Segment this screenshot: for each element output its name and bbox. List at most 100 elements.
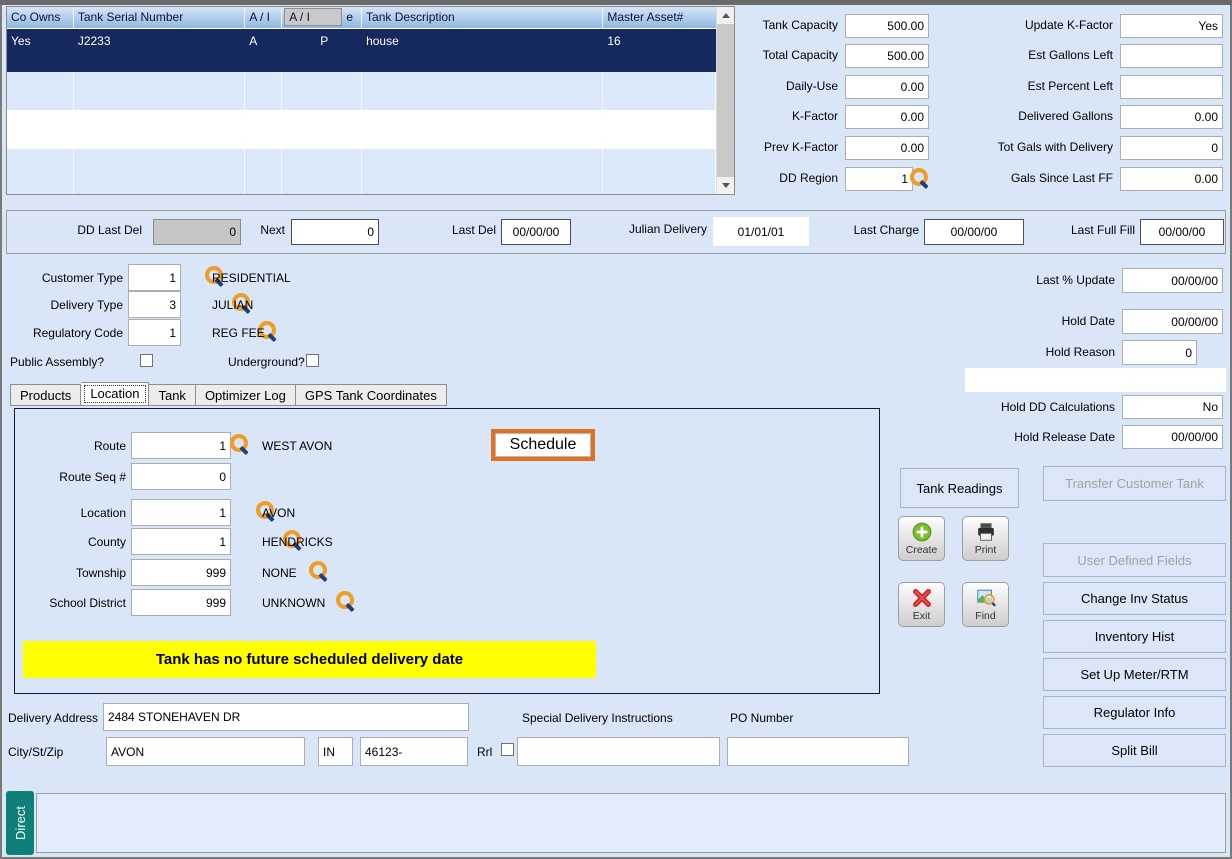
county-label: County — [87, 535, 126, 549]
route-seq-field[interactable]: 0 — [131, 463, 231, 490]
dd-region-field[interactable]: 1 — [845, 167, 913, 191]
tab-location[interactable]: Location — [81, 382, 150, 406]
schedule-button[interactable]: Schedule — [491, 429, 595, 461]
grid-vertical-scrollbar[interactable] — [716, 7, 734, 194]
township-field[interactable]: 999 — [131, 559, 231, 586]
tank-grid-header: Co Owns Tank Serial Number A / I A / I e… — [7, 7, 716, 29]
exit-button[interactable]: Exit — [898, 582, 945, 627]
delivery-type-field[interactable]: 3 — [128, 291, 181, 318]
route-seq-label: Route Seq # — [59, 470, 126, 484]
tab-products[interactable]: Products — [10, 384, 82, 406]
gals-since-last-ff-label: Gals Since Last FF — [1010, 171, 1113, 185]
hold-reason-field[interactable]: 0 — [1122, 340, 1197, 365]
cell-co-owns: Yes — [11, 34, 31, 48]
location-label: Location — [80, 506, 126, 520]
tab-optimizer-log[interactable]: Optimizer Log — [195, 384, 296, 406]
transfer-customer-tank-button[interactable]: Transfer Customer Tank — [1043, 466, 1226, 501]
city-field[interactable]: AVON — [106, 737, 305, 766]
tot-gals-with-delivery-label: Tot Gals with Delivery — [997, 140, 1113, 154]
hold-release-date-label: Hold Release Date — [1014, 430, 1115, 444]
schedule-button-label: Schedule — [495, 433, 591, 457]
col-header-ai[interactable]: A / I — [245, 7, 283, 28]
last-pct-update-field[interactable]: 00/00/00 — [1122, 268, 1223, 293]
zip-field[interactable]: 46123- — [360, 737, 468, 766]
regulatory-code-label: Regulatory Code — [32, 326, 123, 340]
delivery-address-field[interactable]: 2484 STONEHAVEN DR — [103, 703, 469, 731]
state-field[interactable]: IN — [318, 737, 353, 766]
cell-ai-1: A — [249, 34, 258, 48]
hold-release-date-field[interactable]: 00/00/00 — [1122, 425, 1223, 449]
next-field[interactable]: 0 — [291, 219, 379, 245]
col-header-co-owns[interactable]: Co Owns — [7, 7, 74, 28]
last-pct-update-label: Last % Update — [1036, 273, 1115, 287]
last-charge-label: Last Charge — [853, 223, 919, 237]
table-row-empty[interactable] — [7, 72, 716, 110]
last-full-fill-field[interactable]: 00/00/00 — [1140, 219, 1224, 245]
underground-checkbox[interactable] — [306, 354, 319, 367]
tab-gps-tank-coordinates[interactable]: GPS Tank Coordinates — [295, 384, 447, 406]
customer-type-field[interactable]: 1 — [128, 264, 181, 291]
tank-information-window: Co Owns Tank Serial Number A / I A / I e… — [0, 0, 1232, 859]
route-lookup-icon[interactable] — [228, 433, 250, 457]
table-row-empty[interactable] — [7, 110, 716, 149]
hold-date-field[interactable]: 00/00/00 — [1122, 309, 1223, 334]
delivered-gallons-field[interactable]: 0.00 — [1120, 105, 1223, 129]
update-k-factor-field[interactable]: Yes — [1120, 14, 1223, 38]
tab-tank[interactable]: Tank — [149, 384, 196, 406]
po-number-field[interactable] — [727, 737, 909, 766]
inventory-hist-button[interactable]: Inventory Hist — [1043, 620, 1226, 653]
create-button[interactable]: Create — [898, 516, 945, 561]
special-delivery-instructions-field[interactable] — [517, 737, 720, 766]
col-header-serial[interactable]: Tank Serial Number — [74, 7, 246, 28]
route-field[interactable]: 1 — [131, 432, 231, 459]
create-plus-icon — [912, 522, 931, 542]
po-number-label: PO Number — [730, 711, 794, 725]
next-label: Next — [260, 223, 285, 237]
tank-readings-button[interactable]: Tank Readings — [900, 468, 1019, 508]
school-district-lookup-icon[interactable] — [334, 590, 356, 614]
user-defined-fields-button[interactable]: User Defined Fields — [1043, 543, 1226, 577]
col-header-edit-box[interactable]: A / I — [284, 8, 343, 26]
hold-reason-label: Hold Reason — [1045, 345, 1115, 359]
scrollbar-thumb[interactable] — [717, 24, 734, 177]
tot-gals-with-delivery-field[interactable]: 0 — [1120, 136, 1223, 160]
township-lookup-icon[interactable] — [307, 560, 329, 584]
rrl-checkbox[interactable] — [501, 743, 514, 756]
location-field[interactable]: 1 — [131, 499, 231, 526]
dd-summary-bar: DD Last Del 0 Next 0 Last Del 00/00/00 J… — [6, 210, 1226, 254]
customer-type-desc: RESIDENTIAL — [212, 271, 291, 285]
gals-since-last-ff-field[interactable]: 0.00 — [1120, 167, 1223, 191]
regulatory-code-field[interactable]: 1 — [128, 319, 181, 346]
last-del-field[interactable]: 00/00/00 — [501, 219, 571, 245]
public-assembly-checkbox[interactable] — [140, 354, 153, 367]
city-st-zip-label: City/St/Zip — [8, 745, 64, 759]
dd-region-label: DD Region — [779, 171, 838, 185]
window-top-border — [0, 0, 1232, 5]
est-percent-left-field[interactable] — [1120, 75, 1223, 99]
hold-dd-calculations-field[interactable]: No — [1122, 395, 1223, 419]
regulator-info-button[interactable]: Regulator Info — [1043, 696, 1226, 729]
est-percent-left-label: Est Percent Left — [1027, 79, 1113, 93]
print-button[interactable]: Print — [962, 516, 1009, 561]
est-gallons-left-field[interactable] — [1120, 44, 1223, 68]
direct-side-tab[interactable]: Direct — [6, 791, 34, 855]
table-row-selected[interactable]: Yes J2233 A P house 16 — [7, 29, 716, 72]
delivery-address-label: Delivery Address — [8, 711, 99, 725]
route-desc: WEST AVON — [262, 439, 333, 453]
split-bill-button[interactable]: Split Bill — [1043, 734, 1226, 767]
set-up-meter-rtm-button[interactable]: Set Up Meter/RTM — [1043, 658, 1226, 691]
county-field[interactable]: 1 — [131, 528, 231, 555]
find-button[interactable]: Find — [962, 582, 1009, 627]
no-scheduled-delivery-banner: Tank has no future scheduled delivery da… — [23, 641, 596, 678]
route-label: Route — [93, 439, 126, 453]
last-del-label: Last Del — [451, 223, 496, 237]
exit-x-icon — [912, 589, 931, 607]
col-header-ai-edit[interactable]: A / I e — [282, 7, 363, 28]
col-header-description[interactable]: Tank Description — [362, 7, 604, 28]
find-button-label: Find — [975, 610, 996, 622]
school-district-field[interactable]: 999 — [131, 589, 231, 616]
school-district-desc: UNKNOWN — [262, 596, 326, 610]
last-full-fill-label: Last Full Fill — [1070, 223, 1135, 237]
table-row-empty[interactable] — [7, 149, 716, 194]
change-inv-status-button[interactable]: Change Inv Status — [1043, 582, 1226, 615]
